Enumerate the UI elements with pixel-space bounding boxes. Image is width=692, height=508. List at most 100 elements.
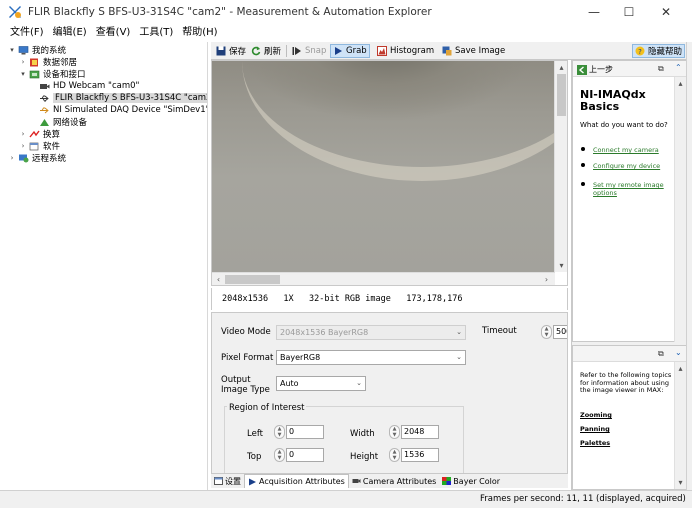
- grab-button[interactable]: Grab: [330, 44, 370, 58]
- height-stepper[interactable]: ▲ ▼ 1536: [389, 447, 439, 463]
- tab-bayer-color[interactable]: Bayer Color: [439, 474, 503, 488]
- scales-icon: [29, 130, 40, 137]
- scroll-left-icon[interactable]: ‹: [212, 273, 225, 285]
- tree-item-flir-camera[interactable]: FLIR Blackfly S BFS-U3-31S4C "cam2": [37, 92, 207, 104]
- refresh-button[interactable]: 刷新: [249, 44, 283, 58]
- tree-item-network-devices[interactable]: 网络设备: [37, 116, 87, 128]
- bullet: [581, 147, 585, 151]
- tree-item-devices[interactable]: ▾ 设备和接口: [19, 68, 85, 80]
- snap-button[interactable]: Snap: [290, 44, 328, 58]
- minimize-button[interactable]: —: [576, 2, 612, 22]
- help-question: What do you want to do?: [580, 121, 668, 129]
- save-button[interactable]: 保存: [214, 44, 248, 58]
- vertical-scrollbar[interactable]: ▴ ▾: [554, 61, 567, 272]
- video-mode-select[interactable]: 2048x1536 BayerRG8 ⌄: [276, 325, 466, 340]
- collapse-icon[interactable]: ▾: [19, 70, 27, 78]
- tree-item-data-neighborhood[interactable]: › 数据邻居: [19, 56, 77, 68]
- scroll-thumb[interactable]: [225, 275, 280, 284]
- palettes-link[interactable]: Palettes: [580, 439, 610, 447]
- zooming-link[interactable]: Zooming: [580, 411, 612, 419]
- tab-acquisition-attributes[interactable]: Acquisition Attributes: [244, 474, 349, 488]
- width-label: Width: [350, 429, 375, 439]
- snap-icon: [292, 47, 301, 55]
- timeout-label: Timeout: [482, 326, 517, 336]
- menu-tools[interactable]: 工具(T): [139, 24, 173, 41]
- stepper-icon[interactable]: ▲ ▼: [389, 425, 400, 439]
- svg-text:?: ?: [638, 48, 642, 56]
- stepper-icon[interactable]: ▲ ▼: [274, 425, 285, 439]
- bottom-tabs: 设置 Acquisition Attributes Camera Attribu…: [211, 474, 568, 488]
- pixel-format-select[interactable]: BayerRG8 ⌄: [276, 350, 466, 365]
- camera-image[interactable]: [212, 61, 567, 272]
- tree-item-scales[interactable]: › 换算: [19, 128, 60, 140]
- connect-camera-link[interactable]: Connect my camera: [593, 146, 678, 154]
- help-nav-bar: 上一步 ⧉ ⌃: [573, 61, 686, 77]
- top-stepper[interactable]: ▲ ▼ 0: [274, 447, 324, 463]
- tree-item-daq-device[interactable]: NI Simulated DAQ Device "SimDev1": [37, 104, 207, 116]
- help-icon: ?: [635, 46, 645, 56]
- help-scrollbar[interactable]: ▴: [674, 77, 686, 342]
- menu-view[interactable]: 查看(V): [96, 24, 131, 41]
- collapse-icon[interactable]: ▾: [8, 46, 16, 54]
- expand-icon[interactable]: ›: [19, 58, 27, 66]
- software-icon: [29, 142, 39, 150]
- expand-panel-icon[interactable]: ⌄: [675, 348, 682, 357]
- chevron-down-icon: ⌄: [356, 379, 362, 387]
- back-button[interactable]: 上一步: [577, 64, 613, 75]
- tree-item-remote-systems[interactable]: › 远程系统: [8, 152, 66, 164]
- tree-item-software[interactable]: › 软件: [19, 140, 60, 152]
- collapse-panel-icon[interactable]: ⌃: [675, 63, 682, 72]
- expand-icon[interactable]: ›: [19, 130, 27, 138]
- tree-item-my-system[interactable]: ▾ 我的系统: [8, 44, 66, 56]
- dock-icon[interactable]: ⧉: [658, 349, 664, 359]
- help-context-panel: ⧉ ⌄ Refer to the following topics for in…: [572, 345, 687, 490]
- stepper-icon[interactable]: ▲ ▼: [389, 448, 400, 462]
- configure-device-link[interactable]: Configure my device: [593, 162, 678, 170]
- tab-camera-attributes[interactable]: Camera Attributes: [349, 474, 439, 488]
- dock-icon[interactable]: ⧉: [658, 64, 664, 74]
- play-icon: [249, 478, 256, 485]
- menu-help[interactable]: 帮助(H): [182, 24, 217, 41]
- panning-link[interactable]: Panning: [580, 425, 610, 433]
- close-button[interactable]: ✕: [648, 2, 684, 22]
- help-scrollbar[interactable]: ▴ ▾: [674, 362, 686, 489]
- settings-icon: [214, 477, 223, 485]
- scroll-right-icon[interactable]: ›: [540, 273, 553, 285]
- window-title: FLIR Blackfly S BFS-U3-31S4C "cam2" - Me…: [28, 6, 432, 18]
- help-topic-panel: 上一步 ⧉ ⌃ NI-IMAQdx Basics What do you wan…: [572, 60, 687, 342]
- save-image-button[interactable]: Save Image: [440, 44, 507, 58]
- width-stepper[interactable]: ▲ ▼ 2048: [389, 424, 439, 440]
- stepper-icon[interactable]: ▲ ▼: [274, 448, 285, 462]
- tab-settings[interactable]: 设置: [211, 474, 244, 488]
- output-image-type-select[interactable]: Auto ⌄: [276, 376, 366, 391]
- image-viewer[interactable]: ▴ ▾ ‹ ›: [211, 60, 568, 286]
- height-label: Height: [350, 452, 379, 462]
- daq-device-icon: [40, 107, 49, 113]
- scroll-thumb[interactable]: [557, 74, 566, 116]
- video-mode-label: Video Mode: [221, 327, 271, 337]
- menu-file[interactable]: 文件(F): [10, 24, 44, 41]
- data-neighborhood-icon: [30, 58, 38, 66]
- expand-icon[interactable]: ›: [8, 154, 16, 162]
- stepper-icon[interactable]: ▲ ▼: [541, 325, 552, 339]
- timeout-stepper[interactable]: ▲▼ 500: [541, 324, 567, 340]
- bullet: [581, 182, 585, 186]
- remote-image-options-link[interactable]: Set my remote image options: [593, 181, 678, 197]
- hide-help-button[interactable]: ? 隐藏帮助: [632, 44, 686, 58]
- tree-item-hd-webcam[interactable]: HD Webcam "cam0": [37, 80, 139, 92]
- left-stepper[interactable]: ▲ ▼ 0: [274, 424, 324, 440]
- horizontal-scrollbar[interactable]: ‹ ›: [212, 272, 555, 285]
- expand-icon[interactable]: ›: [19, 142, 27, 150]
- maximize-button[interactable]: ☐: [611, 2, 647, 22]
- scroll-up-icon[interactable]: ▴: [675, 362, 686, 375]
- scroll-down-icon[interactable]: ▾: [675, 476, 686, 489]
- remote-systems-icon: [19, 154, 29, 162]
- menu-edit[interactable]: 编辑(E): [53, 24, 87, 41]
- top-label: Top: [247, 452, 262, 462]
- histogram-button[interactable]: Histogram: [375, 44, 436, 58]
- scroll-up-icon[interactable]: ▴: [675, 77, 686, 90]
- bayer-color-icon: [442, 477, 452, 485]
- scroll-down-icon[interactable]: ▾: [555, 259, 567, 272]
- scroll-up-icon[interactable]: ▴: [555, 61, 567, 74]
- frames-per-second: Frames per second: 11, 11 (displayed, ac…: [480, 494, 686, 504]
